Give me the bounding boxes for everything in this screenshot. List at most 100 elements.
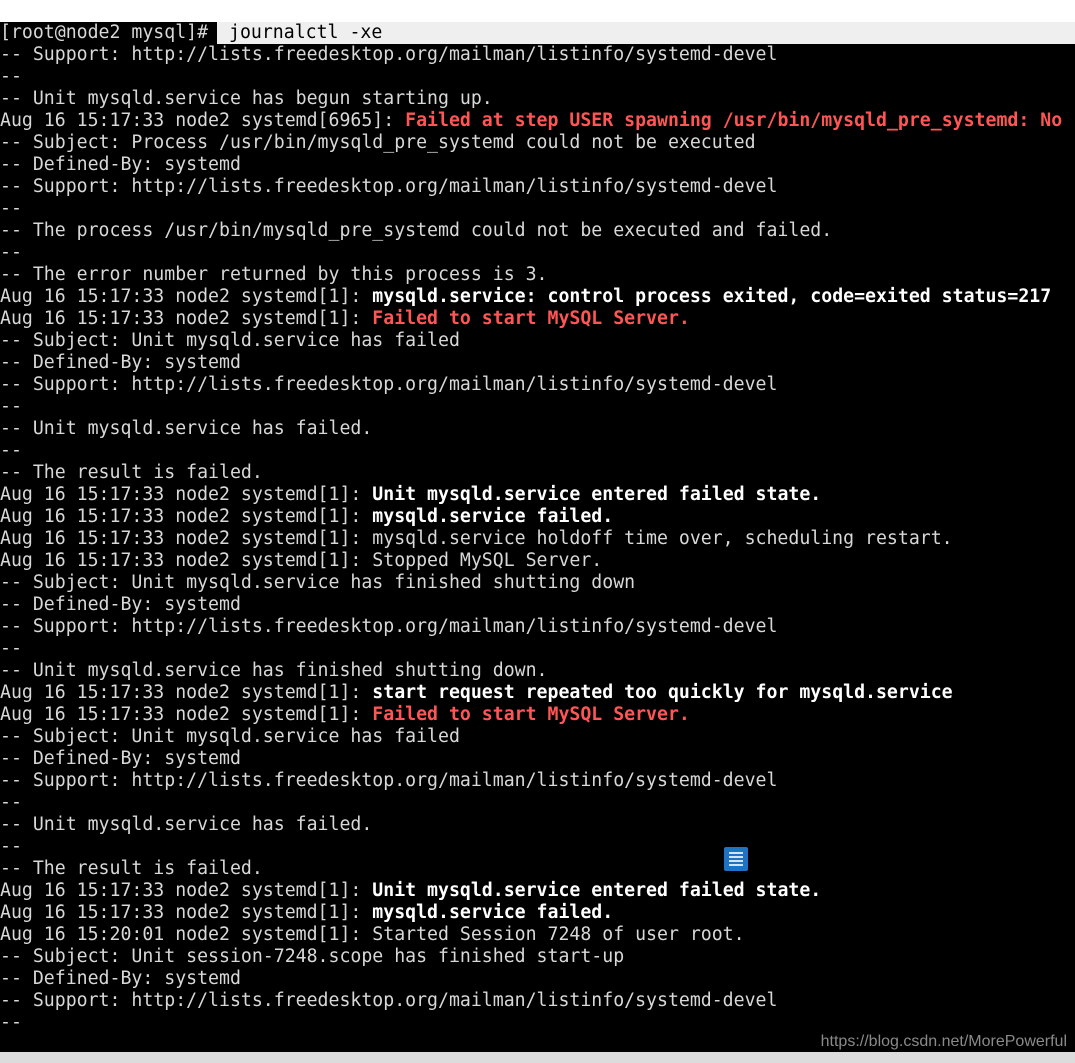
- log-text: -- Defined-By: systemd: [0, 352, 241, 373]
- log-text: Aug 16 15:17:33 node2 systemd[1]: mysqld…: [0, 528, 953, 549]
- log-line: -- Subject: Unit mysqld.service has fini…: [0, 572, 635, 594]
- shell-prompt: [root@node2 mysql]#: [0, 22, 209, 43]
- log-text: Aug 16 15:17:33 node2 systemd[6965]:: [0, 110, 406, 131]
- log-text: Aug 16 15:17:33 node2 systemd[1]:: [0, 286, 373, 307]
- log-line: Aug 16 15:17:33 node2 systemd[1]: Failed…: [0, 308, 690, 330]
- log-line: -- Support: http://lists.freedesktop.org…: [0, 990, 777, 1012]
- log-text: -- Subject: Unit mysqld.service has fail…: [0, 726, 460, 747]
- log-text: -- The result is failed.: [0, 858, 263, 879]
- log-line: --: [0, 198, 22, 220]
- log-line: -- Defined-By: systemd: [0, 154, 241, 176]
- log-text: Aug 16 15:20:01 node2 systemd[1]: Starte…: [0, 924, 745, 945]
- log-line: Aug 16 15:20:01 node2 systemd[1]: Starte…: [0, 924, 745, 946]
- log-line: -- Unit mysqld.service has failed.: [0, 814, 372, 836]
- log-text: -- Subject: Process /usr/bin/mysqld_pre_…: [0, 132, 756, 153]
- log-text: --: [0, 242, 22, 263]
- log-text: -- Support: http://lists.freedesktop.org…: [0, 990, 778, 1011]
- log-text: -- Unit mysqld.service has begun startin…: [0, 88, 493, 109]
- log-line: -- Support: http://lists.freedesktop.org…: [0, 770, 777, 792]
- log-text: -- Defined-By: systemd: [0, 748, 241, 769]
- log-line: -- Unit mysqld.service has finished shut…: [0, 660, 548, 682]
- log-line: Aug 16 15:17:33 node2 systemd[1]: mysqld…: [0, 286, 1051, 308]
- log-line: -- Support: http://lists.freedesktop.org…: [0, 44, 777, 66]
- log-text: --: [0, 66, 22, 87]
- log-text: -- Support: http://lists.freedesktop.org…: [0, 44, 778, 65]
- log-text: Aug 16 15:17:33 node2 systemd[1]:: [0, 902, 373, 923]
- log-text: -- Support: http://lists.freedesktop.org…: [0, 176, 778, 197]
- log-text: -- Unit mysqld.service has failed.: [0, 814, 373, 835]
- log-text: --: [0, 792, 22, 813]
- log-text: -- Defined-By: systemd: [0, 594, 241, 615]
- log-line: -- Subject: Unit mysqld.service has fail…: [0, 726, 460, 748]
- log-line: -- Unit mysqld.service has failed.: [0, 418, 372, 440]
- document-icon[interactable]: [724, 847, 748, 871]
- log-error-text: Failed to start MySQL Server.: [372, 704, 690, 725]
- log-line: -- Support: http://lists.freedesktop.org…: [0, 374, 777, 396]
- log-text: Aug 16 15:17:33 node2 systemd[1]:: [0, 682, 373, 703]
- log-text: -- Defined-By: systemd: [0, 154, 241, 175]
- log-line: Aug 16 15:17:33 node2 systemd[1]: mysqld…: [0, 506, 613, 528]
- log-line: Aug 16 15:17:33 node2 systemd[1]: mysqld…: [0, 902, 613, 924]
- log-text: Aug 16 15:17:33 node2 systemd[1]:: [0, 484, 373, 505]
- command-input[interactable]: journalctl -xe: [217, 22, 1075, 44]
- log-line: Aug 16 15:17:33 node2 systemd[6965]: Fai…: [0, 110, 1062, 132]
- terminal-window[interactable]: -- Support: http://lists.freedesktop.org…: [0, 22, 1075, 1052]
- log-text: --: [0, 836, 22, 857]
- log-text: Aug 16 15:17:33 node2 systemd[1]:: [0, 880, 373, 901]
- log-line: -- Unit mysqld.service has begun startin…: [0, 88, 493, 110]
- log-highlight-text: start request repeated too quickly for m…: [372, 682, 953, 703]
- log-text: --: [0, 1012, 22, 1033]
- log-text: -- The error number returned by this pro…: [0, 264, 548, 285]
- log-line: -- Defined-By: systemd: [0, 352, 241, 374]
- log-line: --: [0, 440, 22, 462]
- log-line: -- Subject: Process /usr/bin/mysqld_pre_…: [0, 132, 756, 154]
- log-line: -- Defined-By: systemd: [0, 968, 241, 990]
- log-line: Aug 16 15:17:33 node2 systemd[1]: Failed…: [0, 704, 690, 726]
- log-text: -- Subject: Unit mysqld.service has fini…: [0, 572, 636, 593]
- log-line: -- The result is failed.: [0, 858, 263, 880]
- log-text: Aug 16 15:17:33 node2 systemd[1]:: [0, 704, 373, 725]
- log-line: Aug 16 15:17:33 node2 systemd[1]: Stoppe…: [0, 550, 602, 572]
- log-line: --: [0, 638, 22, 660]
- log-text: -- Support: http://lists.freedesktop.org…: [0, 770, 778, 791]
- log-error-text: Failed at step USER spawning /usr/bin/my…: [405, 110, 1063, 131]
- log-line: --: [0, 836, 22, 858]
- log-text: --: [0, 440, 22, 461]
- log-text: -- Subject: Unit session-7248.scope has …: [0, 946, 625, 967]
- window-bottom-strip: [0, 1052, 1075, 1063]
- command-line[interactable]: [root@node2 mysql]# journalctl -xe: [0, 22, 1075, 44]
- log-text: -- Support: http://lists.freedesktop.org…: [0, 616, 778, 637]
- log-error-text: Failed to start MySQL Server.: [372, 308, 690, 329]
- log-line: --: [0, 242, 22, 264]
- log-line: -- Support: http://lists.freedesktop.org…: [0, 616, 777, 638]
- log-line: -- Support: http://lists.freedesktop.org…: [0, 176, 777, 198]
- log-text: --: [0, 198, 22, 219]
- log-text: --: [0, 638, 22, 659]
- log-text: Aug 16 15:17:33 node2 systemd[1]:: [0, 308, 373, 329]
- window-top-strip: [0, 0, 1075, 22]
- log-line: -- The error number returned by this pro…: [0, 264, 548, 286]
- log-line: --: [0, 792, 22, 814]
- log-line: Aug 16 15:17:33 node2 systemd[1]: Unit m…: [0, 484, 821, 506]
- log-line: --: [0, 66, 22, 88]
- log-line: Aug 16 15:17:33 node2 systemd[1]: start …: [0, 682, 953, 704]
- log-highlight-text: mysqld.service failed.: [372, 902, 614, 923]
- log-line: Aug 16 15:17:33 node2 systemd[1]: Unit m…: [0, 880, 821, 902]
- log-highlight-text: mysqld.service failed.: [372, 506, 614, 527]
- log-text: -- The process /usr/bin/mysqld_pre_syste…: [0, 220, 833, 241]
- log-text: -- Unit mysqld.service has finished shut…: [0, 660, 548, 681]
- log-line: Aug 16 15:17:33 node2 systemd[1]: mysqld…: [0, 528, 953, 550]
- log-line: --: [0, 1012, 22, 1034]
- log-line: -- The process /usr/bin/mysqld_pre_syste…: [0, 220, 832, 242]
- log-text: -- The result is failed.: [0, 462, 263, 483]
- log-line: -- The result is failed.: [0, 462, 263, 484]
- log-text: Aug 16 15:17:33 node2 systemd[1]:: [0, 506, 373, 527]
- watermark-text: https://blog.csdn.net/MorePowerful: [820, 1033, 1067, 1050]
- log-line: --: [0, 396, 22, 418]
- log-text: -- Defined-By: systemd: [0, 968, 241, 989]
- log-line: -- Subject: Unit session-7248.scope has …: [0, 946, 624, 968]
- log-highlight-text: Unit mysqld.service entered failed state…: [372, 484, 822, 505]
- log-line: -- Defined-By: systemd: [0, 594, 241, 616]
- log-line: -- Subject: Unit mysqld.service has fail…: [0, 330, 460, 352]
- log-text: -- Unit mysqld.service has failed.: [0, 418, 373, 439]
